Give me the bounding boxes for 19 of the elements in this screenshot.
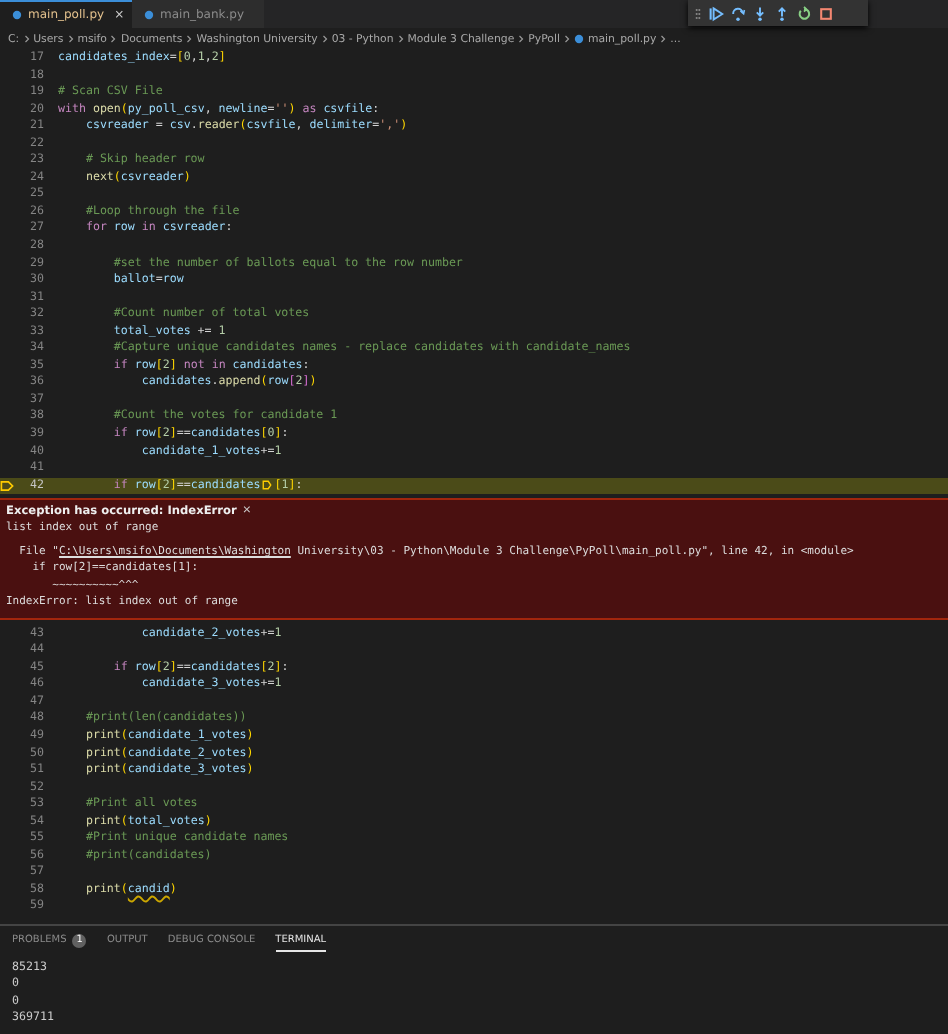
chevron-icon — [518, 34, 525, 44]
chevron-icon — [563, 34, 570, 44]
step-over-icon[interactable] — [730, 5, 746, 21]
chevron-icon — [23, 34, 30, 44]
chevron-icon — [67, 34, 74, 44]
chevron-icon — [186, 34, 193, 44]
python-file-icon — [573, 34, 584, 44]
chevron-icon — [397, 34, 404, 44]
continue-icon[interactable] — [708, 5, 724, 21]
step-into-icon[interactable] — [752, 5, 768, 21]
breakpoint-arrow-icon — [0, 479, 14, 492]
stop-icon[interactable] — [818, 5, 834, 21]
python-file-icon — [12, 10, 22, 20]
chevron-icon — [660, 34, 667, 44]
restart-icon[interactable] — [796, 5, 812, 21]
step-out-icon[interactable] — [774, 5, 790, 21]
chevron-icon — [321, 34, 328, 44]
python-file-icon — [144, 9, 154, 19]
chevron-icon — [110, 34, 117, 44]
